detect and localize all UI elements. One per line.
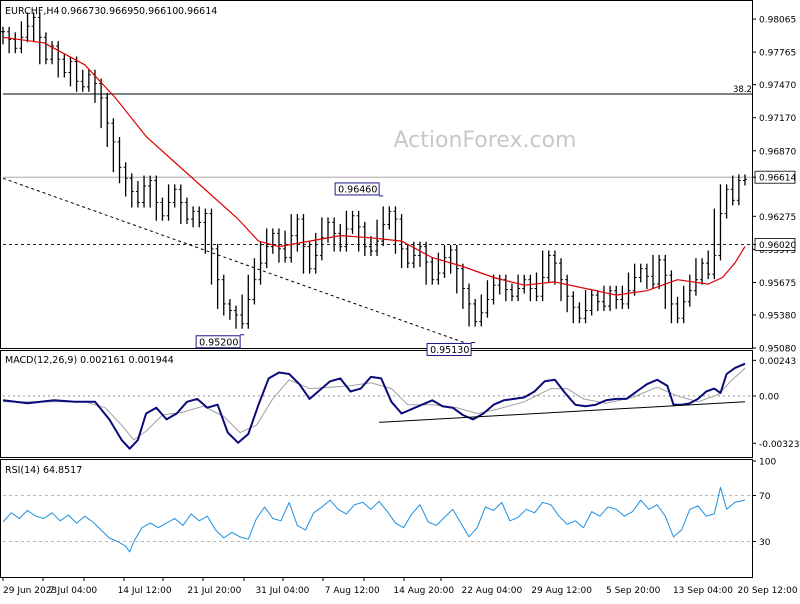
x-tick-label: 31 Jul 04:00 [255,586,309,596]
annotation-label-2: 0.95130 [430,345,469,356]
symbol-label: EURCHF,H4 [5,6,60,17]
price-y-tick-label: 0.96870 [759,147,796,157]
annotation-label-0: 0.95200 [199,337,238,348]
rsi-y-tick-label: 70 [759,492,771,502]
x-tick-label: 29 Aug 12:00 [531,586,592,596]
price-y-tick-label: 0.97765 [759,49,796,59]
x-tick-label: 14 Jul 12:00 [118,586,172,596]
x-tick-label: 14 Aug 20:00 [393,586,454,596]
price-level-label-1: 0.96614 [759,174,796,184]
fib-level-label: 38.2 [733,85,752,95]
x-tick-label: 21 Jul 20:00 [187,586,241,596]
rsi-y-tick-label: 100 [759,458,776,468]
price-panel-frame [0,0,753,349]
ohlc-close: 0.96614 [178,6,217,17]
macd-title: MACD(12,26,9) 0.002161 0.001944 [5,355,174,366]
macd-y-tick-label: 0.00 [759,392,779,402]
x-axis-ticks: 29 Jun 20237 Jul 04:00 14 Jul 12:00 21 Jul… [2,577,798,596]
x-tick-label: 22 Aug 04:00 [461,586,522,596]
x-tick-label: 5 Sep 20:00 [606,586,661,596]
price-y-tick-label: 0.97470 [759,81,796,91]
macd-y-tick-label: -0.003233 [759,440,800,450]
rsi-y-tick-label: 30 [759,538,771,548]
macd-y-tick-label: 0.00243 [759,357,796,367]
watermark: ActionForex.com [394,128,577,153]
rsi-title: RSI(14) 64.8517 [5,465,82,476]
annotation-label-1: 0.96460 [338,184,377,195]
price-y-tick-label: 0.98065 [759,16,796,26]
price-y-tick-label: 0.95675 [759,279,796,289]
x-tick-label: 20 Sep 12:00 [738,586,798,596]
macd-panel-frame [0,350,753,458]
chart-root: 0.95200 0.96460 0.95130 0.98065 0.97765 0.97… [0,0,800,600]
price-level-label-2: 0.96020 [759,241,796,251]
price-y-tick-label: 0.95080 [759,345,796,355]
rsi-panel-frame [0,459,753,578]
price-y-tick-label: 0.97170 [759,114,796,124]
price-y-tick-label: 0.96275 [759,213,796,223]
price-header: EURCHF,H4 0.96673 0.96695 0.96610 0.9661… [5,6,217,17]
ohlc-high: 0.96695 [100,6,139,17]
forex-chart: 0.95200 0.96460 0.95130 0.98065 0.97765 0.97… [0,0,800,596]
x-tick-label: 7 Jul 04:00 [49,586,98,596]
ohlc-open: 0.96673 [61,6,100,17]
price-y-tick-label: 0.95380 [759,311,796,321]
ohlc-low: 0.96610 [139,6,178,17]
x-tick-label: 7 Aug 12:00 [325,586,380,596]
x-tick-label: 13 Sep 04:00 [673,586,733,596]
